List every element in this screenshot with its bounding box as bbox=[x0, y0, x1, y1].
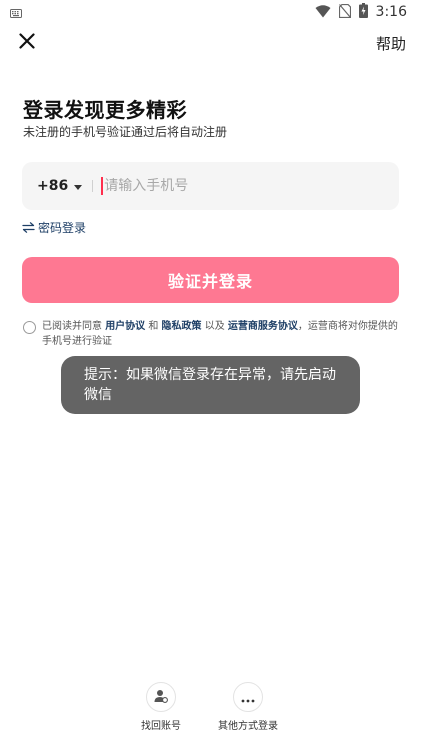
privacy-policy-link[interactable]: 隐私政策 bbox=[162, 321, 202, 332]
close-icon bbox=[19, 33, 35, 53]
wifi-icon bbox=[315, 3, 331, 22]
battery-charging-icon bbox=[358, 2, 368, 22]
password-login-link[interactable]: 密码登录 bbox=[22, 218, 86, 237]
agreement-text: 已阅读并同意 用户协议 和 隐私政策 以及 运营商服务协议，运营商将对你提供的手… bbox=[42, 319, 401, 349]
close-button[interactable] bbox=[16, 32, 38, 54]
page-title: 登录发现更多精彩 bbox=[23, 98, 187, 122]
phone-number-input[interactable] bbox=[104, 178, 365, 194]
top-bar: 帮助 bbox=[0, 26, 421, 60]
user-recover-icon bbox=[154, 688, 168, 707]
country-code-divider bbox=[92, 180, 94, 192]
bottom-actions: 找回账号 其他方式登录 bbox=[0, 682, 421, 736]
verify-login-button[interactable]: 验证并登录 bbox=[22, 257, 399, 303]
keyboard-icon bbox=[10, 3, 22, 22]
country-code-label: +86 bbox=[37, 178, 69, 194]
agreement-and-1: 和 bbox=[145, 321, 162, 332]
toast-message: 提示：如果微信登录存在异常，请先启动微信 bbox=[61, 356, 360, 414]
more-dots-icon bbox=[241, 688, 255, 707]
no-sim-icon bbox=[338, 3, 351, 22]
page-subtitle: 未注册的手机号验证通过后将自动注册 bbox=[23, 125, 228, 139]
status-bar: 3:16 bbox=[0, 0, 421, 24]
password-login-label: 密码登录 bbox=[38, 221, 87, 235]
recover-account-button[interactable]: 找回账号 bbox=[141, 682, 181, 732]
help-link[interactable]: 帮助 bbox=[376, 33, 406, 54]
caret-down-icon bbox=[74, 178, 83, 194]
agreement-and-2: 以及 bbox=[201, 321, 228, 332]
text-cursor bbox=[101, 177, 104, 195]
recover-account-label: 找回账号 bbox=[141, 721, 181, 732]
user-agreement-link[interactable]: 用户协议 bbox=[105, 321, 145, 332]
other-login-methods-button[interactable]: 其他方式登录 bbox=[218, 682, 278, 732]
phone-input-box: +86 bbox=[22, 162, 399, 210]
country-code-selector[interactable]: +86 bbox=[37, 178, 83, 194]
status-time: 3:16 bbox=[375, 4, 407, 20]
carrier-agreement-link[interactable]: 运营商服务协议 bbox=[228, 321, 298, 332]
agreement-prefix: 已阅读并同意 bbox=[42, 321, 106, 332]
swap-arrows-icon bbox=[22, 218, 35, 237]
other-login-methods-label: 其他方式登录 bbox=[218, 721, 278, 732]
agreement-row: 已阅读并同意 用户协议 和 隐私政策 以及 运营商服务协议，运营商将对你提供的手… bbox=[23, 319, 401, 349]
agreement-checkbox[interactable] bbox=[23, 321, 36, 334]
